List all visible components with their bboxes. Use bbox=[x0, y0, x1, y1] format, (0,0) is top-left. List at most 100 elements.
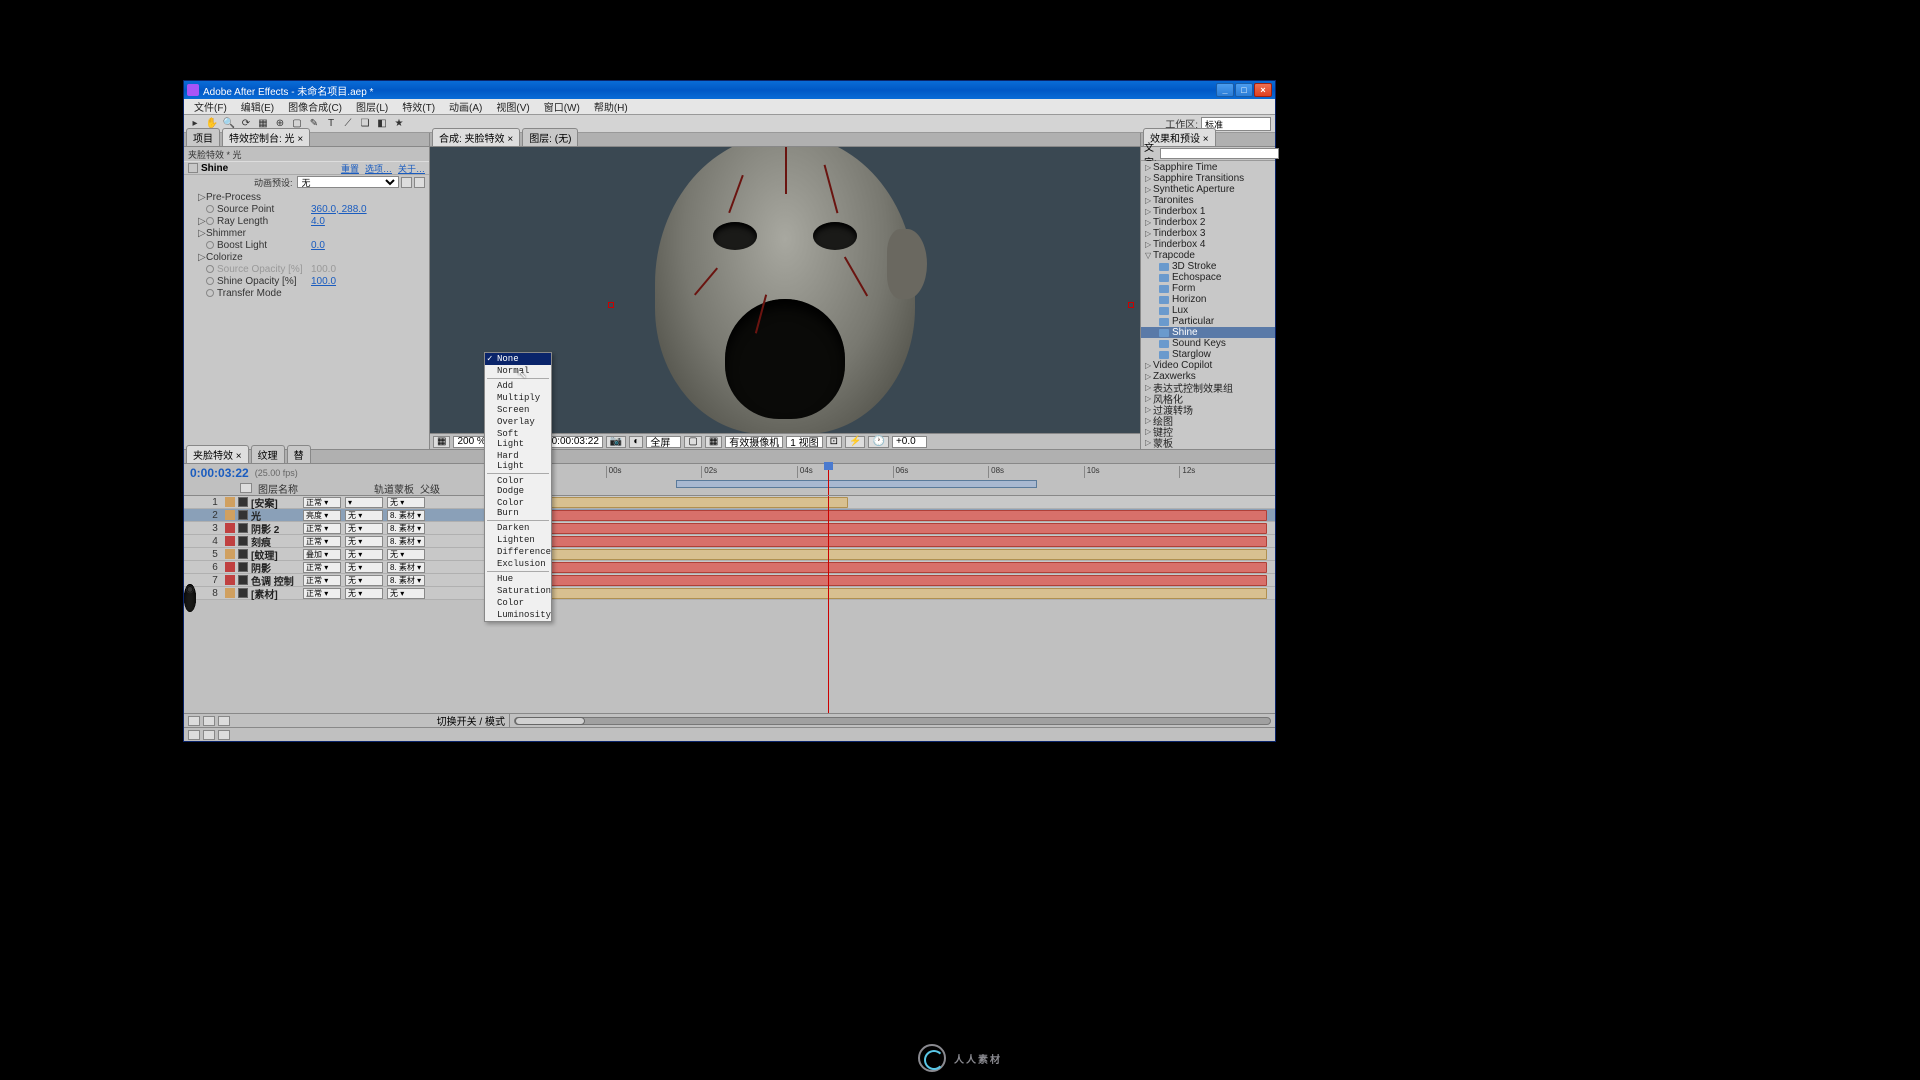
menu-item[interactable]: Overlay bbox=[485, 416, 551, 428]
effect-about[interactable]: 关于… bbox=[398, 162, 425, 175]
eraser-tool-icon[interactable]: ◧ bbox=[375, 117, 389, 131]
channel-icon[interactable]: ◐ bbox=[629, 436, 643, 448]
prop-row[interactable]: Transfer Mode bbox=[184, 287, 429, 299]
timeline-layer-row[interactable]: ◉ 6 阴影 正常 ▾ 无 ▾ 8. 素材 ▾ bbox=[184, 561, 1275, 574]
menu-item[interactable]: Color Burn bbox=[485, 497, 551, 519]
tab-timeline-3[interactable]: 替 bbox=[287, 445, 311, 463]
menu-item[interactable]: Saturation bbox=[485, 585, 551, 597]
prop-row[interactable]: Source Opacity [%]100.0 bbox=[184, 263, 429, 275]
clone-tool-icon[interactable]: ❏ bbox=[358, 117, 372, 131]
menu-item[interactable]: Darken bbox=[485, 522, 551, 534]
menu-layer[interactable]: 图层(L) bbox=[350, 99, 394, 114]
tree-leaf[interactable]: Form bbox=[1141, 283, 1275, 294]
preset-dropdown[interactable]: 无 bbox=[297, 176, 399, 188]
fx-toggle-icon[interactable] bbox=[188, 163, 198, 173]
toggle-switches[interactable]: 切换开关 / 模式 bbox=[437, 713, 505, 728]
search-input[interactable] bbox=[1160, 148, 1279, 159]
tree-node[interactable]: ▷Sapphire Time bbox=[1141, 162, 1275, 173]
full-dropdown[interactable]: 全屏 bbox=[646, 436, 681, 448]
motion-blur-icon[interactable] bbox=[218, 716, 230, 726]
tree-leaf[interactable]: Echospace bbox=[1141, 272, 1275, 283]
menu-item[interactable]: None bbox=[485, 353, 551, 365]
menu-window[interactable]: 窗口(W) bbox=[538, 99, 586, 114]
tree-node[interactable]: ▽Trapcode bbox=[1141, 250, 1275, 261]
fast-icon[interactable]: ⚡ bbox=[845, 436, 865, 448]
status-btn-3[interactable] bbox=[218, 730, 230, 740]
tab-timeline-2[interactable]: 纹理 bbox=[251, 445, 285, 463]
tree-leaf[interactable]: Lux bbox=[1141, 305, 1275, 316]
menu-item[interactable]: Normal bbox=[485, 365, 551, 377]
tab-comp-viewer[interactable]: 合成: 夹脸特效 × bbox=[432, 128, 520, 146]
viewer-tc[interactable]: 0:00:03:22 bbox=[548, 436, 603, 448]
close-button[interactable]: × bbox=[1254, 83, 1272, 97]
text-tool-icon[interactable]: T bbox=[324, 117, 338, 131]
menu-anim[interactable]: 动画(A) bbox=[443, 99, 488, 114]
tab-project[interactable]: 项目 bbox=[186, 128, 220, 146]
menu-effect[interactable]: 特效(T) bbox=[396, 99, 441, 114]
effect-name[interactable]: Shine bbox=[201, 163, 228, 174]
prop-row[interactable]: Shine Opacity [%]100.0 bbox=[184, 275, 429, 287]
tree-leaf[interactable]: Starglow bbox=[1141, 349, 1275, 360]
tab-effect-controls[interactable]: 特效控制台: 光 × bbox=[222, 128, 310, 146]
tree-node[interactable]: ▷Taronites bbox=[1141, 195, 1275, 206]
transparent-icon[interactable]: ▦ bbox=[705, 436, 722, 448]
maximize-button[interactable]: □ bbox=[1235, 83, 1253, 97]
menu-view[interactable]: 视图(V) bbox=[490, 99, 535, 114]
preset-next-icon[interactable] bbox=[414, 177, 425, 188]
timeline-layer-row[interactable]: ◉ 2 光 亮度 ▾ 无 ▾ 8. 素材 ▾ bbox=[184, 509, 1275, 522]
pixel-icon[interactable]: ⊡ bbox=[826, 436, 842, 448]
menu-item[interactable]: Color bbox=[485, 597, 551, 609]
effects-tree[interactable]: ▷Sapphire Time▷Sapphire Transitions▷Synt… bbox=[1141, 161, 1275, 449]
timeline-layer-row[interactable]: ◉ 8 [素材] 正常 ▾ 无 ▾ 无 ▾ bbox=[184, 587, 1275, 600]
prop-row[interactable]: ▷Pre-Process bbox=[184, 191, 429, 203]
brush-tool-icon[interactable]: ⟋ bbox=[341, 117, 355, 131]
status-btn-1[interactable] bbox=[188, 730, 200, 740]
menu-file[interactable]: 文件(F) bbox=[188, 99, 233, 114]
menu-item[interactable]: Add bbox=[485, 380, 551, 392]
menu-item[interactable]: Hue bbox=[485, 573, 551, 585]
menu-item[interactable]: Color Dodge bbox=[485, 475, 551, 497]
menu-comp[interactable]: 图像合成(C) bbox=[282, 99, 348, 114]
effect-options[interactable]: 选项… bbox=[365, 162, 392, 175]
menu-item[interactable]: Luminosity bbox=[485, 609, 551, 621]
menu-item[interactable]: Exclusion bbox=[485, 558, 551, 570]
timeline-layer-row[interactable]: ◉ 4 刻痕 正常 ▾ 无 ▾ 8. 素材 ▾ bbox=[184, 535, 1275, 548]
timecode[interactable]: 0:00:03:22 bbox=[190, 466, 249, 480]
preset-prev-icon[interactable] bbox=[401, 177, 412, 188]
time-ruler[interactable]: 00s02s04s06s08s10s12s bbox=[510, 464, 1275, 495]
time-icon[interactable]: 🕐 bbox=[868, 436, 888, 448]
prop-row[interactable]: ▷Colorize bbox=[184, 251, 429, 263]
camera-dropdown[interactable]: 有效摄像机 bbox=[725, 436, 783, 448]
tree-leaf[interactable]: 3D Stroke bbox=[1141, 261, 1275, 272]
playhead-icon[interactable] bbox=[828, 464, 829, 495]
source-point-icon[interactable] bbox=[608, 302, 614, 308]
tree-node[interactable]: ▷Tinderbox 2 bbox=[1141, 217, 1275, 228]
minimize-button[interactable]: _ bbox=[1216, 83, 1234, 97]
tab-timeline[interactable]: 夹脸特效 × bbox=[186, 445, 249, 463]
frame-blend-icon[interactable] bbox=[203, 716, 215, 726]
effect-reset[interactable]: 重置 bbox=[341, 162, 359, 175]
zoom-slider[interactable] bbox=[514, 717, 1271, 725]
tree-leaf[interactable]: Shine bbox=[1141, 327, 1275, 338]
tree-node[interactable]: ▷Synthetic Aperture bbox=[1141, 184, 1275, 195]
views-dropdown[interactable]: 1 视图 bbox=[786, 436, 822, 448]
menu-item[interactable]: Multiply bbox=[485, 392, 551, 404]
alpha-button[interactable]: ▦ bbox=[433, 436, 450, 448]
prop-row[interactable]: ▷Shimmer bbox=[184, 227, 429, 239]
tree-node[interactable]: ▷Tinderbox 4 bbox=[1141, 239, 1275, 250]
tree-node[interactable]: ▷Video Copilot bbox=[1141, 360, 1275, 371]
puppet-tool-icon[interactable]: ★ bbox=[392, 117, 406, 131]
source-point-icon[interactable] bbox=[1128, 302, 1134, 308]
menu-edit[interactable]: 编辑(E) bbox=[235, 99, 280, 114]
tree-node[interactable]: ▷Sapphire Transitions bbox=[1141, 173, 1275, 184]
shy-icon[interactable] bbox=[188, 716, 200, 726]
work-area-bar[interactable] bbox=[676, 480, 1037, 488]
tree-leaf[interactable]: Sound Keys bbox=[1141, 338, 1275, 349]
menu-help[interactable]: 帮助(H) bbox=[588, 99, 634, 114]
search-layer-icon[interactable] bbox=[240, 483, 252, 493]
tree-node[interactable]: ▷蒙板 bbox=[1141, 437, 1275, 448]
status-btn-2[interactable] bbox=[203, 730, 215, 740]
prop-row[interactable]: Source Point360.0, 288.0 bbox=[184, 203, 429, 215]
tree-node[interactable]: ▷Tinderbox 3 bbox=[1141, 228, 1275, 239]
menu-item[interactable]: Screen bbox=[485, 404, 551, 416]
